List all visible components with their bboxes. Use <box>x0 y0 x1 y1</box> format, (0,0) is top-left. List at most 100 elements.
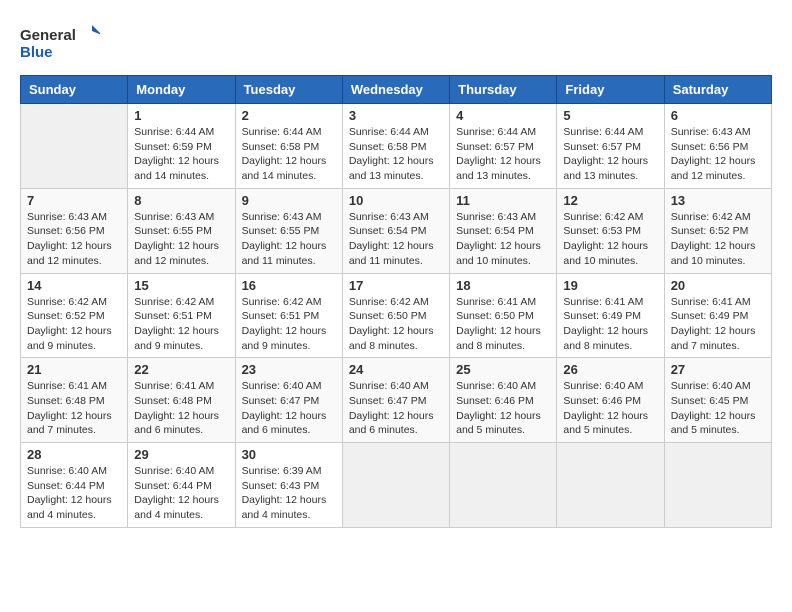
day-number: 11 <box>456 193 550 208</box>
day-info: Sunrise: 6:41 AMSunset: 6:49 PMDaylight:… <box>563 295 657 354</box>
day-info: Sunrise: 6:40 AMSunset: 6:44 PMDaylight:… <box>134 464 228 523</box>
calendar-cell: 8Sunrise: 6:43 AMSunset: 6:55 PMDaylight… <box>128 188 235 273</box>
day-number: 23 <box>242 362 336 377</box>
day-info: Sunrise: 6:44 AMSunset: 6:58 PMDaylight:… <box>242 125 336 184</box>
calendar-cell: 7 Sunrise: 6:43 AMSunset: 6:56 PMDaylight… <box>21 188 128 273</box>
calendar-cell <box>450 443 557 528</box>
day-info: Sunrise: 6:41 AMSunset: 6:50 PMDaylight:… <box>456 295 550 354</box>
calendar-cell <box>342 443 449 528</box>
day-info: Sunrise: 6:43 AMSunset: 6:56 PMDaylight:… <box>671 125 765 184</box>
day-number: 27 <box>671 362 765 377</box>
calendar-cell: 3Sunrise: 6:44 AMSunset: 6:58 PMDaylight… <box>342 104 449 189</box>
page-header: General Blue <box>20 20 772 65</box>
day-info: Sunrise: 6:40 AMSunset: 6:46 PMDaylight:… <box>563 379 657 438</box>
calendar-week-row: 1Sunrise: 6:44 AMSunset: 6:59 PMDaylight… <box>21 104 772 189</box>
calendar-cell: 5Sunrise: 6:44 AMSunset: 6:57 PMDaylight… <box>557 104 664 189</box>
calendar-cell: 12 Sunrise: 6:42 AMSunset: 6:53 PMDayligh… <box>557 188 664 273</box>
calendar-cell: 26 Sunrise: 6:40 AMSunset: 6:46 PMDayligh… <box>557 358 664 443</box>
day-info: Sunrise: 6:44 AMSunset: 6:57 PMDaylight:… <box>456 125 550 184</box>
svg-text:Blue: Blue <box>20 44 53 61</box>
day-info: Sunrise: 6:41 AMSunset: 6:48 PMDaylight:… <box>27 379 121 438</box>
day-info: Sunrise: 6:43 AMSunset: 6:56 PMDaylight:… <box>27 210 121 269</box>
calendar-cell: 11 Sunrise: 6:43 AMSunset: 6:54 PMDayligh… <box>450 188 557 273</box>
weekday-header: Friday <box>557 76 664 104</box>
day-number: 17 <box>349 278 443 293</box>
day-number: 21 <box>27 362 121 377</box>
calendar-cell: 13 Sunrise: 6:42 AMSunset: 6:52 PMDayligh… <box>664 188 771 273</box>
calendar-cell: 28 Sunrise: 6:40 AMSunset: 6:44 PMDayligh… <box>21 443 128 528</box>
calendar-header: SundayMondayTuesdayWednesdayThursdayFrid… <box>21 76 772 104</box>
weekday-header: Saturday <box>664 76 771 104</box>
calendar-cell: 19 Sunrise: 6:41 AMSunset: 6:49 PMDayligh… <box>557 273 664 358</box>
calendar-cell <box>21 104 128 189</box>
day-number: 24 <box>349 362 443 377</box>
day-number: 25 <box>456 362 550 377</box>
calendar-table: SundayMondayTuesdayWednesdayThursdayFrid… <box>20 75 772 528</box>
calendar-week-row: 7 Sunrise: 6:43 AMSunset: 6:56 PMDaylight… <box>21 188 772 273</box>
day-number: 29 <box>134 447 228 462</box>
day-number: 16 <box>242 278 336 293</box>
day-number: 18 <box>456 278 550 293</box>
day-info: Sunrise: 6:42 AMSunset: 6:53 PMDaylight:… <box>563 210 657 269</box>
day-info: Sunrise: 6:40 AMSunset: 6:46 PMDaylight:… <box>456 379 550 438</box>
calendar-cell: 14 Sunrise: 6:42 AMSunset: 6:52 PMDayligh… <box>21 273 128 358</box>
day-number: 4 <box>456 108 550 123</box>
day-number: 9 <box>242 193 336 208</box>
day-info: Sunrise: 6:42 AMSunset: 6:50 PMDaylight:… <box>349 295 443 354</box>
day-info: Sunrise: 6:40 AMSunset: 6:45 PMDaylight:… <box>671 379 765 438</box>
weekday-header: Thursday <box>450 76 557 104</box>
day-info: Sunrise: 6:40 AMSunset: 6:47 PMDaylight:… <box>242 379 336 438</box>
svg-text:General: General <box>20 27 76 44</box>
day-info: Sunrise: 6:40 AMSunset: 6:44 PMDaylight:… <box>27 464 121 523</box>
day-info: Sunrise: 6:42 AMSunset: 6:51 PMDaylight:… <box>242 295 336 354</box>
calendar-cell: 21 Sunrise: 6:41 AMSunset: 6:48 PMDayligh… <box>21 358 128 443</box>
day-number: 26 <box>563 362 657 377</box>
day-number: 12 <box>563 193 657 208</box>
calendar-week-row: 28 Sunrise: 6:40 AMSunset: 6:44 PMDayligh… <box>21 443 772 528</box>
day-number: 20 <box>671 278 765 293</box>
day-number: 30 <box>242 447 336 462</box>
calendar-body: 1Sunrise: 6:44 AMSunset: 6:59 PMDaylight… <box>21 104 772 528</box>
logo-svg: General Blue <box>20 20 100 65</box>
day-number: 28 <box>27 447 121 462</box>
calendar-cell: 2Sunrise: 6:44 AMSunset: 6:58 PMDaylight… <box>235 104 342 189</box>
calendar-cell: 22 Sunrise: 6:41 AMSunset: 6:48 PMDayligh… <box>128 358 235 443</box>
day-info: Sunrise: 6:43 AMSunset: 6:55 PMDaylight:… <box>242 210 336 269</box>
weekday-header: Wednesday <box>342 76 449 104</box>
day-number: 15 <box>134 278 228 293</box>
day-info: Sunrise: 6:43 AMSunset: 6:54 PMDaylight:… <box>456 210 550 269</box>
calendar-cell: 9 Sunrise: 6:43 AMSunset: 6:55 PMDaylight… <box>235 188 342 273</box>
day-number: 19 <box>563 278 657 293</box>
calendar-cell: 25 Sunrise: 6:40 AMSunset: 6:46 PMDayligh… <box>450 358 557 443</box>
calendar-cell: 29 Sunrise: 6:40 AMSunset: 6:44 PMDayligh… <box>128 443 235 528</box>
day-number: 22 <box>134 362 228 377</box>
weekday-header: Sunday <box>21 76 128 104</box>
day-info: Sunrise: 6:41 AMSunset: 6:49 PMDaylight:… <box>671 295 765 354</box>
calendar-cell: 1Sunrise: 6:44 AMSunset: 6:59 PMDaylight… <box>128 104 235 189</box>
calendar-cell: 20 Sunrise: 6:41 AMSunset: 6:49 PMDayligh… <box>664 273 771 358</box>
day-number: 7 <box>27 193 121 208</box>
calendar-cell <box>664 443 771 528</box>
day-info: Sunrise: 6:39 AMSunset: 6:43 PMDaylight:… <box>242 464 336 523</box>
calendar-week-row: 21 Sunrise: 6:41 AMSunset: 6:48 PMDayligh… <box>21 358 772 443</box>
day-number: 10 <box>349 193 443 208</box>
calendar-cell: 6Sunrise: 6:43 AMSunset: 6:56 PMDaylight… <box>664 104 771 189</box>
day-info: Sunrise: 6:44 AMSunset: 6:57 PMDaylight:… <box>563 125 657 184</box>
day-info: Sunrise: 6:42 AMSunset: 6:52 PMDaylight:… <box>27 295 121 354</box>
day-number: 13 <box>671 193 765 208</box>
day-info: Sunrise: 6:43 AMSunset: 6:54 PMDaylight:… <box>349 210 443 269</box>
calendar-cell: 15Sunrise: 6:42 AMSunset: 6:51 PMDayligh… <box>128 273 235 358</box>
calendar-cell: 4 Sunrise: 6:44 AMSunset: 6:57 PMDaylight… <box>450 104 557 189</box>
calendar-week-row: 14 Sunrise: 6:42 AMSunset: 6:52 PMDayligh… <box>21 273 772 358</box>
day-number: 14 <box>27 278 121 293</box>
calendar-cell: 16 Sunrise: 6:42 AMSunset: 6:51 PMDayligh… <box>235 273 342 358</box>
day-info: Sunrise: 6:42 AMSunset: 6:52 PMDaylight:… <box>671 210 765 269</box>
calendar-cell: 23 Sunrise: 6:40 AMSunset: 6:47 PMDayligh… <box>235 358 342 443</box>
calendar-cell: 27 Sunrise: 6:40 AMSunset: 6:45 PMDayligh… <box>664 358 771 443</box>
weekday-header: Monday <box>128 76 235 104</box>
day-info: Sunrise: 6:41 AMSunset: 6:48 PMDaylight:… <box>134 379 228 438</box>
day-number: 1 <box>134 108 228 123</box>
calendar-cell <box>557 443 664 528</box>
logo: General Blue <box>20 20 100 65</box>
day-info: Sunrise: 6:43 AMSunset: 6:55 PMDaylight:… <box>134 210 228 269</box>
